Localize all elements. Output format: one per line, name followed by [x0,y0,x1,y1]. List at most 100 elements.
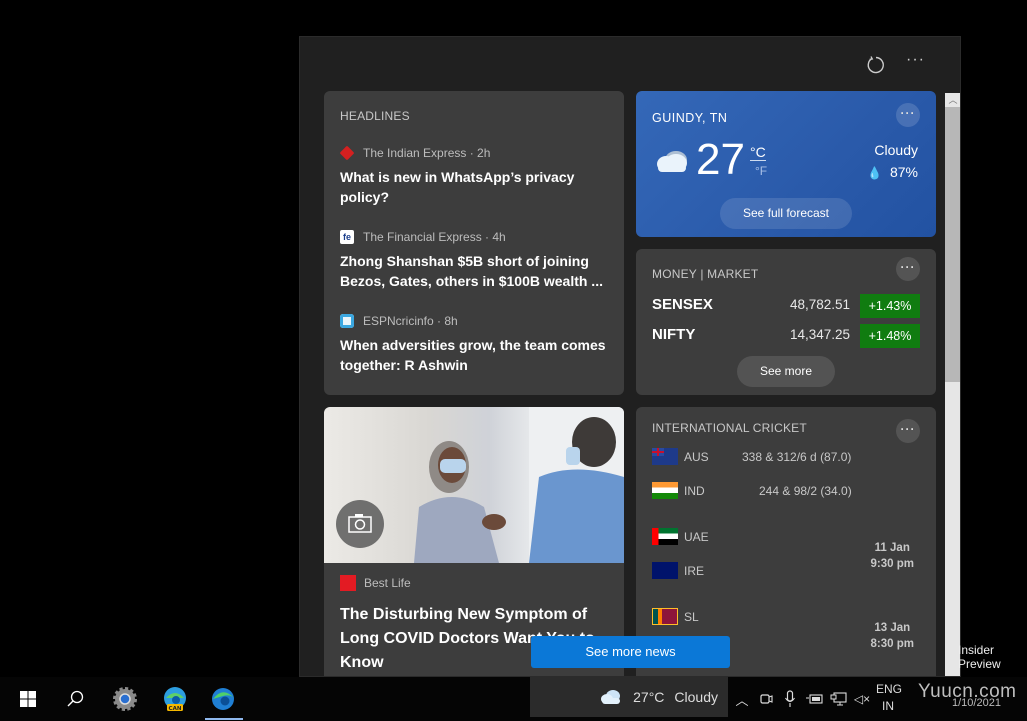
network-ethernet-icon [830,692,847,706]
microphone-button[interactable] [780,677,800,721]
headline-item[interactable]: fe The Financial Express · 4h Zhong Shans… [340,229,610,291]
market-more-button[interactable]: ··· [896,257,920,281]
celsius-toggle[interactable]: °C [750,144,766,161]
indian-express-logo-icon [339,145,355,161]
sri-lanka-flag-icon [652,608,678,625]
australia-flag-icon [652,448,678,465]
team-row[interactable]: UAE [652,528,709,545]
edge-canary-taskbar-button[interactable]: CAN [151,677,199,721]
market-index-value: 14,347.25 [789,327,850,342]
match-time: 9:30 pm [870,558,914,570]
team-code: SL [684,609,699,624]
show-hidden-icons-button[interactable]: ︿ [732,677,752,721]
team-row[interactable]: IRE [652,562,704,579]
team-score: 338 & 312/6 d (87.0) [742,450,852,464]
edge-taskbar-button[interactable] [199,677,247,721]
cricket-title: INTERNATIONAL CRICKET [652,421,807,435]
market-row[interactable]: NIFTY 14,347.25 +1.48% [652,324,920,348]
market-change-badge: +1.43% [860,294,920,318]
team-code: IND [684,483,705,498]
taskbar-weather-temp: 27°C [633,689,665,705]
volume-muted-icon: ◁× [853,692,871,706]
scrollbar-thumb[interactable] [945,107,960,382]
panel-scrollbar[interactable]: ︿ [945,93,960,676]
insider-preview-watermark: Insider Preview [958,643,1001,671]
team-code: IRE [684,563,705,578]
weather-condition: Cloudy [874,142,918,158]
source-name: Best Life [364,576,411,590]
see-full-forecast-button[interactable]: See full forecast [720,198,852,229]
headline-title[interactable]: What is new in WhatsApp’s privacy policy… [340,167,610,207]
market-title: MONEY | MARKET [652,267,759,281]
microphone-icon [785,690,795,707]
droplet-icon: 💧 [867,166,882,180]
more-options-icon: ··· [900,422,916,436]
ireland-cricket-flag-icon [652,562,678,579]
chevron-up-icon: ︿ [735,692,749,708]
camera-icon [348,514,372,533]
camera-button[interactable] [336,500,384,548]
region-code: IN [882,699,894,713]
image-news-source: Best Life [340,575,411,591]
see-more-button[interactable]: See more [737,356,835,387]
match-datetime: 13 Jan 8:30 pm [871,620,914,652]
weather-temperature: 27 [696,135,745,184]
fahrenheit-toggle[interactable]: °F [755,164,767,178]
cricket-more-button[interactable]: ··· [896,419,920,443]
volume-button[interactable]: ◁× [852,677,872,721]
weather-card[interactable]: GUINDY, TN ··· 27 °C °F Cloudy 💧 87% See … [636,91,936,237]
edge-icon [212,688,234,710]
scroll-up-arrow-icon[interactable]: ︿ [945,93,960,107]
site-watermark: Yuucn.com [918,681,1017,702]
cloudy-icon [601,690,621,704]
more-options-icon: ··· [906,51,925,68]
search-button[interactable] [51,677,99,721]
headline-item[interactable]: ESPNcricinfo · 8h When adversities grow,… [340,313,610,375]
team-row[interactable]: AUS [652,448,709,465]
headline-title[interactable]: Zhong Shanshan $5B short of joining Bezo… [340,251,610,291]
market-index-value: 48,782.51 [789,297,850,312]
headline-source: The Indian Express · 2h [363,146,491,160]
see-more-news-button[interactable]: See more news [531,636,730,668]
taskbar-weather-condition: Cloudy [674,689,718,705]
team-score: 244 & 98/2 (34.0) [759,484,852,498]
headline-item[interactable]: The Indian Express · 2h What is new in W… [339,145,610,207]
humidity-value: 87% [889,164,918,180]
input-language-button[interactable]: ENG IN [876,681,902,715]
taskbar-weather-widget[interactable]: 27°C Cloudy [530,677,728,717]
start-button[interactable] [4,677,52,721]
meet-now-icon [760,694,773,704]
settings-taskbar-button[interactable] [101,677,149,721]
headline-title[interactable]: When adversities grow, the team comes to… [340,335,610,375]
headlines-card: HEADLINES The Indian Express · 2h What i… [324,91,624,395]
battery-charging-icon [806,694,823,704]
market-card: MONEY | MARKET ··· SENSEX 48,782.51 +1.4… [636,249,936,395]
windows-logo-icon [20,691,36,707]
news-photo [324,407,624,563]
news-and-interests-panel: ··· HEADLINES The Indian Express · 2h Wh… [299,36,961,677]
headline-source: ESPNcricinfo · 8h [363,314,458,328]
weather-more-button[interactable]: ··· [896,103,920,127]
best-life-logo-icon [340,575,356,591]
team-code: UAE [684,529,709,544]
headline-source: The Financial Express · 4h [363,230,506,244]
weather-location: GUINDY, TN [652,111,728,125]
espncricinfo-logo-icon [340,314,354,328]
more-options-icon: ··· [900,260,916,274]
meet-now-button[interactable] [756,677,776,721]
team-row[interactable]: SL [652,608,699,625]
battery-button[interactable] [804,677,826,721]
search-icon [67,690,84,707]
team-row[interactable]: IND [652,482,705,499]
panel-more-button[interactable]: ··· [906,51,925,69]
team-code: AUS [684,449,709,464]
refresh-icon [867,56,884,74]
market-row[interactable]: SENSEX 48,782.51 +1.43% [652,294,920,318]
taskbar: CAN 27°C Cloudy ︿ ◁× ENG IN 1/10/2021 [0,677,1027,721]
svg-text:CAN: CAN [169,706,182,712]
more-options-icon: ··· [900,106,916,120]
cloudy-icon [657,151,687,172]
network-button[interactable] [828,677,850,721]
refresh-button[interactable] [866,55,886,75]
uae-flag-icon [652,528,678,545]
